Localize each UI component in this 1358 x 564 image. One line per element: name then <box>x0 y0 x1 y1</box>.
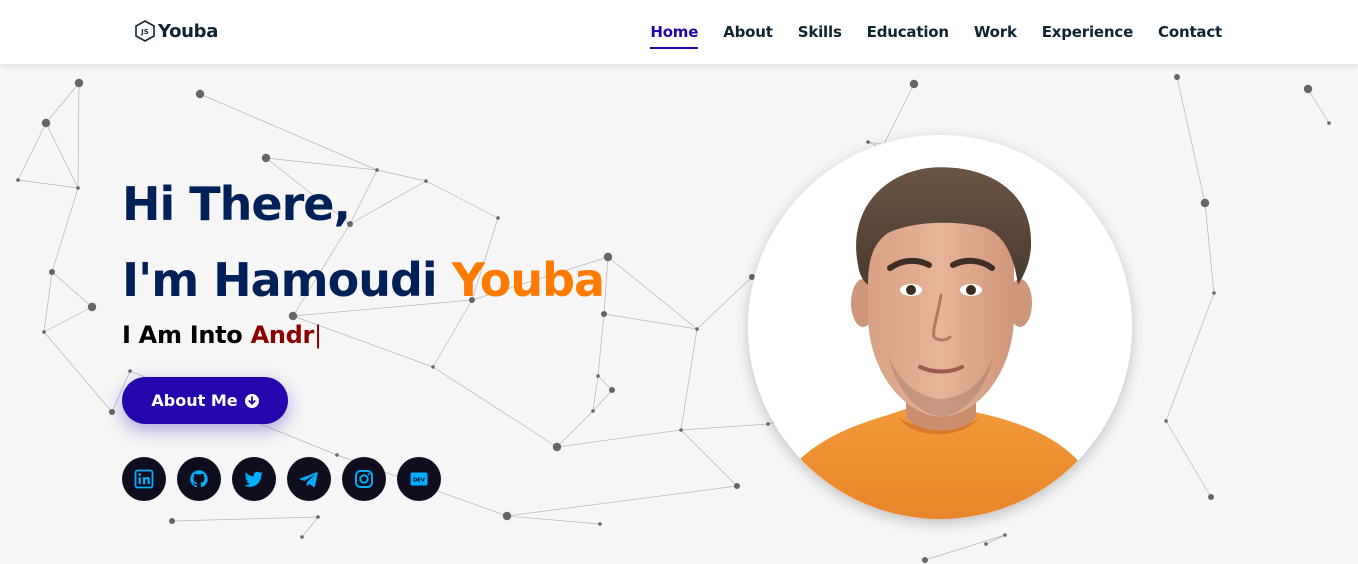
nav-about[interactable]: About <box>723 19 773 45</box>
dev-icon: DEV <box>410 472 428 486</box>
portrait-illustration <box>748 135 1132 519</box>
dev-link[interactable]: DEV <box>397 457 441 501</box>
nodejs-logo-icon: JS <box>135 20 155 42</box>
typed-text: I Am Into Andr| <box>122 321 322 349</box>
nav-contact[interactable]: Contact <box>1158 19 1222 45</box>
arrow-circle-down-icon <box>244 393 259 408</box>
github-link[interactable] <box>177 457 221 501</box>
telegram-icon <box>299 472 318 488</box>
hero-intro-line: I'm Hamoudi Youba <box>122 242 605 318</box>
nav-education[interactable]: Education <box>867 19 949 45</box>
linkedin-link[interactable] <box>122 457 166 501</box>
twitter-icon <box>244 471 263 487</box>
profile-photo <box>748 135 1132 519</box>
github-icon <box>190 470 208 488</box>
linkedin-icon <box>134 469 154 489</box>
hero-intro: I'm Hamoudi <box>122 253 452 307</box>
nav-work[interactable]: Work <box>974 19 1017 45</box>
telegram-link[interactable] <box>287 457 331 501</box>
instagram-link[interactable] <box>342 457 386 501</box>
typed-cursor: | <box>314 321 322 349</box>
dev-label: DEV <box>413 477 425 483</box>
logo-badge: JS <box>140 28 149 36</box>
hero-heading: Hi There, I'm Hamoudi Youba <box>122 166 605 318</box>
typed-prefix: I Am Into <box>122 321 251 349</box>
about-me-button[interactable]: About Me <box>122 377 288 424</box>
social-links: DEV <box>122 457 452 501</box>
instagram-icon <box>355 470 373 488</box>
about-me-label: About Me <box>151 391 238 410</box>
logo[interactable]: JS Youba <box>135 19 218 43</box>
hero-greeting: Hi There, <box>122 177 351 231</box>
nav-skills[interactable]: Skills <box>798 19 842 45</box>
typed-word: Andr <box>250 321 315 349</box>
twitter-link[interactable] <box>232 457 276 501</box>
nav-menu: Home About Skills Education Work Experie… <box>625 0 1222 64</box>
navbar: JS Youba Home About Skills Education Wor… <box>0 0 1358 64</box>
hero-name: Youba <box>451 253 605 307</box>
nav-home[interactable]: Home <box>650 19 698 49</box>
logo-text: Youba <box>158 20 219 42</box>
nav-experience[interactable]: Experience <box>1042 19 1133 45</box>
